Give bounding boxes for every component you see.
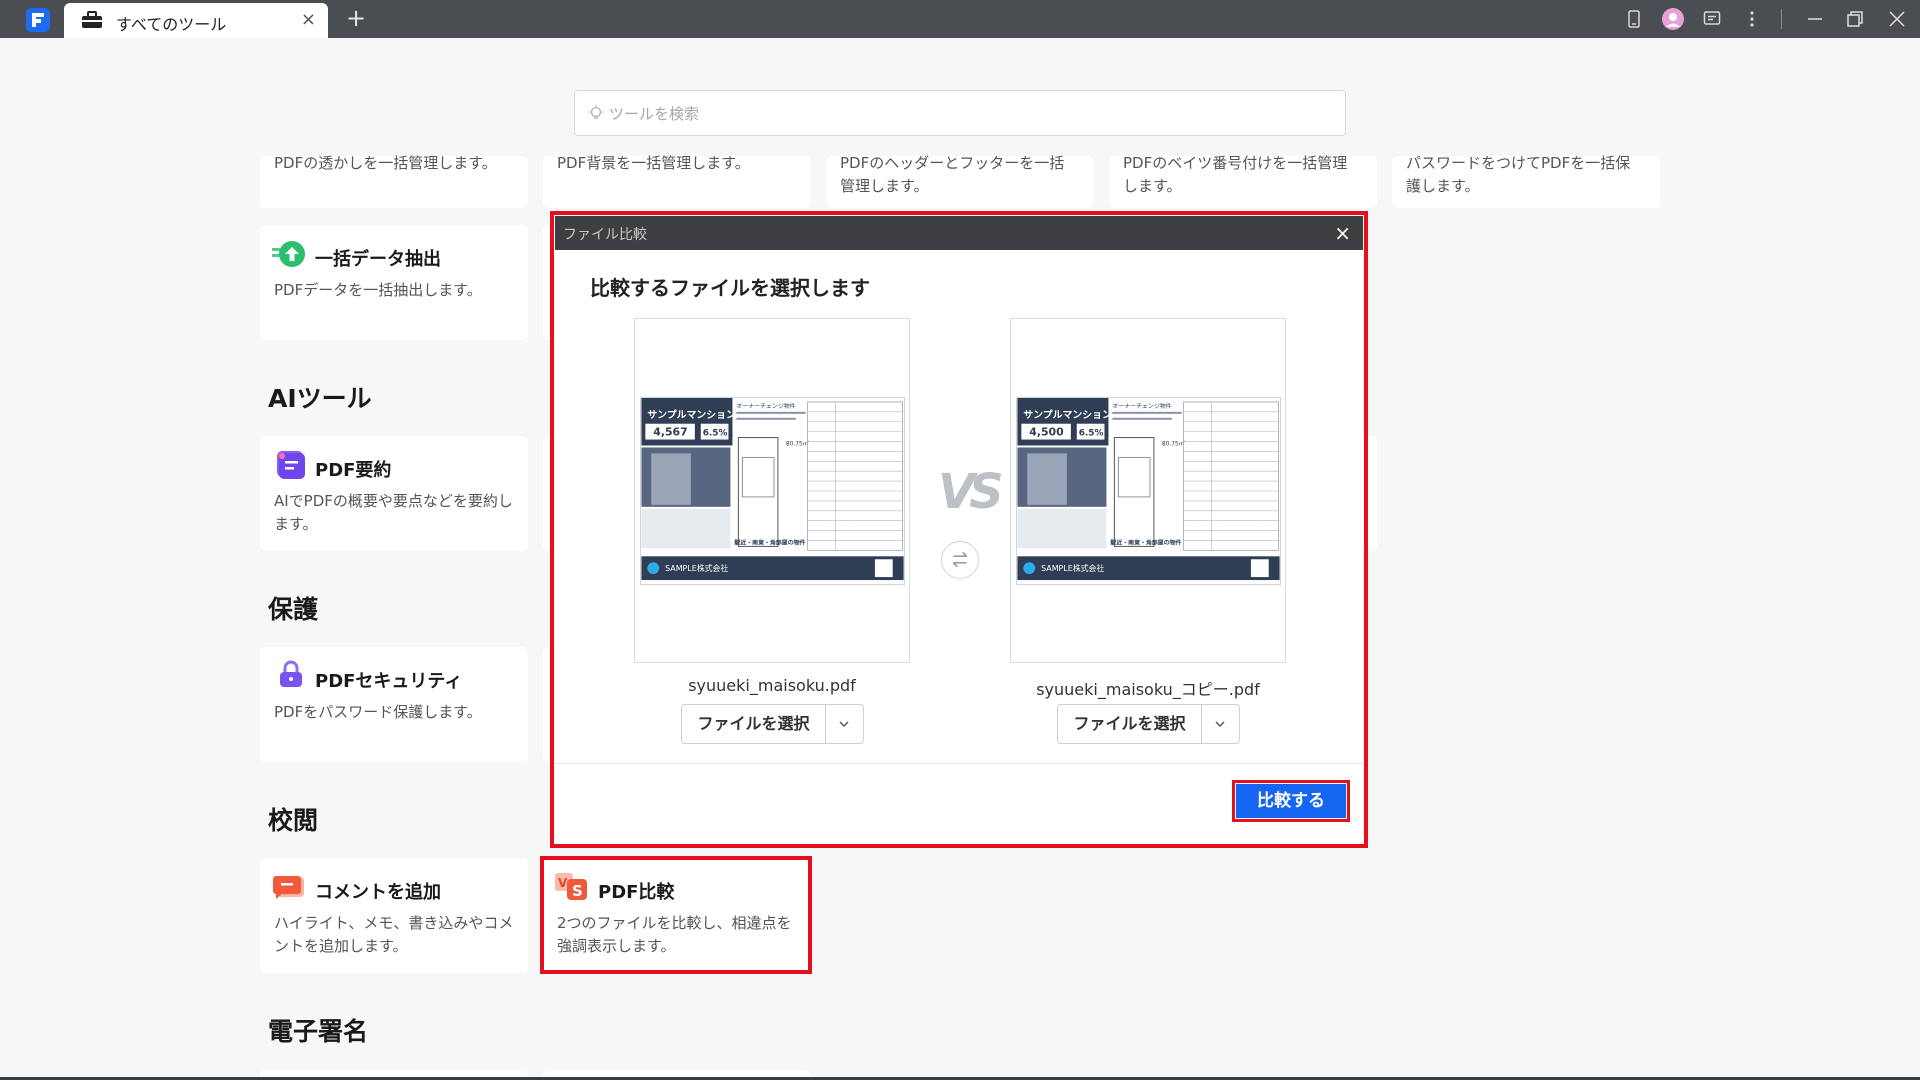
avatar[interactable] — [1662, 8, 1684, 30]
card-desc: PDFの透かしを一括管理します。 — [274, 154, 497, 172]
tool-card-header-footer[interactable]: PDFのヘッダーとフッターを一括管理します。 — [826, 154, 1094, 208]
doc-headline: オーナーチェンジ物件 — [736, 402, 795, 410]
card-desc: ハイライト、メモ、書き込みやコメントを追加します。 — [274, 914, 514, 955]
tool-card-watermark[interactable]: PDFの透かしを一括管理します。 — [260, 154, 528, 208]
right-file-select[interactable]: ファイルを選択 — [1057, 704, 1240, 744]
compare-button[interactable]: 比較する — [1236, 784, 1346, 818]
lightbulb-icon — [589, 105, 603, 119]
doc-headline: オーナーチェンジ物件 — [1112, 402, 1171, 410]
app-logo-icon — [26, 8, 50, 32]
doc-building-name: サンプルマンション — [1023, 408, 1112, 421]
card-desc: パスワードをつけてPDFを一括保護します。 — [1406, 154, 1631, 195]
title-bar: すべてのツール × + — [0, 0, 1920, 38]
dialog-close-icon[interactable]: × — [1334, 221, 1351, 245]
dialog-header: ファイル比較 × — [555, 216, 1363, 250]
doc-rate: 6.5% — [703, 429, 728, 439]
tab-all-tools[interactable]: すべてのツール × — [64, 3, 328, 38]
card-desc: AIでPDFの概要や要点などを要約します。 — [274, 492, 513, 533]
titlebar-divider — [1781, 9, 1782, 29]
feedback-icon[interactable] — [1703, 10, 1721, 28]
doc-company: SAMPLE株式会社 — [665, 563, 728, 573]
tab-title: すべてのツール — [116, 15, 227, 34]
dialog-divider — [555, 763, 1363, 764]
right-file-preview: サンプルマンション 4,500 6.5% オーナーチェンジ物件 80.75㎡ 駅… — [1010, 318, 1286, 663]
more-menu-icon[interactable] — [1743, 10, 1761, 28]
toolbox-icon — [82, 11, 102, 28]
dialog-heading: 比較するファイルを選択します — [590, 276, 870, 300]
restore-icon[interactable] — [1846, 10, 1864, 28]
card-desc: PDFをパスワード保護します。 — [274, 703, 482, 721]
card-title: 一括データ抽出 — [315, 249, 441, 270]
dialog-title: ファイル比較 — [563, 227, 647, 243]
card-desc: PDFのヘッダーとフッターを一括管理します。 — [840, 154, 1065, 195]
tool-card-background[interactable]: PDF背景を一括管理します。 — [543, 154, 811, 208]
section-title-protect: 保護 — [268, 595, 319, 624]
comment-icon — [273, 876, 304, 899]
tool-card-batch-extract[interactable]: 一括データ抽出 PDFデータを一括抽出します。 — [260, 225, 528, 340]
doc-rate: 6.5% — [1079, 429, 1104, 439]
card-desc: PDF背景を一括管理します。 — [557, 154, 750, 172]
doc-area: 80.75㎡ — [786, 439, 809, 447]
minimize-icon[interactable] — [1806, 10, 1824, 28]
pdf-thumbnail: サンプルマンション 4,500 6.5% オーナーチェンジ物件 80.75㎡ 駅… — [1016, 397, 1281, 585]
section-title-review: 校閲 — [268, 806, 319, 835]
doc-tagline: 駅近・南東・角部屋の物件 — [1110, 538, 1181, 546]
card-title: PDF要約 — [315, 460, 392, 481]
vs-label: VS — [938, 464, 1004, 520]
doc-company: SAMPLE株式会社 — [1041, 563, 1104, 573]
tab-close-icon[interactable]: × — [301, 9, 316, 30]
tool-card-password-batch[interactable]: パスワードをつけてPDFを一括保護します。 — [1392, 154, 1660, 208]
left-file-select[interactable]: ファイルを選択 — [681, 704, 864, 744]
chevron-down-icon[interactable] — [825, 705, 863, 743]
swap-files-icon[interactable] — [941, 541, 979, 579]
right-select-file-button[interactable]: ファイルを選択 — [1058, 705, 1202, 743]
tool-card-pdf-security[interactable]: PDFセキュリティ PDFをパスワード保護します。 — [260, 647, 528, 762]
doc-building-name: サンプルマンション — [647, 408, 736, 421]
section-title-esign: 電子署名 — [268, 1017, 369, 1046]
card-desc: PDFのベイツ番号付けを一括管理します。 — [1123, 154, 1348, 195]
doc-area: 80.75㎡ — [1162, 439, 1185, 447]
compare-card-highlight — [540, 856, 812, 974]
card-title: コメントを追加 — [315, 882, 441, 903]
card-desc: PDFデータを一括抽出します。 — [274, 281, 482, 299]
tool-card-bates[interactable]: PDFのベイツ番号付けを一括管理します。 — [1109, 154, 1377, 208]
new-tab-icon[interactable]: + — [346, 4, 366, 32]
doc-price: 4,567 — [653, 426, 687, 439]
doc-price: 4,500 — [1029, 426, 1064, 439]
tool-card-add-comment[interactable]: コメントを追加 ハイライト、メモ、書き込みやコメントを追加します。 — [260, 858, 528, 973]
left-file-name: syuueki_maisoku.pdf — [688, 676, 856, 695]
search-placeholder: ツールを検索 — [609, 105, 700, 123]
chevron-down-icon[interactable] — [1201, 705, 1239, 743]
file-compare-dialog: ファイル比較 × 比較するファイルを選択します サンプルマンション 4,567 … — [555, 216, 1363, 843]
pdf-thumbnail: サンプルマンション 4,567 6.5% オーナーチェンジ物件 80.75㎡ 駅… — [640, 397, 905, 585]
card-title: PDFセキュリティ — [315, 671, 463, 692]
doc-tagline: 駅近・南東・角部屋の物件 — [734, 538, 805, 546]
left-file-preview: サンプルマンション 4,567 6.5% オーナーチェンジ物件 80.75㎡ 駅… — [634, 318, 910, 663]
left-select-file-button[interactable]: ファイルを選択 — [682, 705, 826, 743]
search-input[interactable]: ツールを検索 — [574, 90, 1346, 136]
tool-card-pdf-summary[interactable]: PDF要約 AIでPDFの概要や要点などを要約します。 — [260, 436, 528, 551]
tablet-icon[interactable] — [1625, 10, 1643, 28]
right-file-name: syuueki_maisoku_コピー.pdf — [1036, 680, 1260, 699]
upload-arrow-icon — [272, 241, 305, 267]
close-window-icon[interactable] — [1888, 10, 1906, 28]
section-title-ai: AIツール — [268, 384, 372, 413]
lock-icon — [280, 660, 302, 687]
summary-icon — [277, 451, 305, 479]
